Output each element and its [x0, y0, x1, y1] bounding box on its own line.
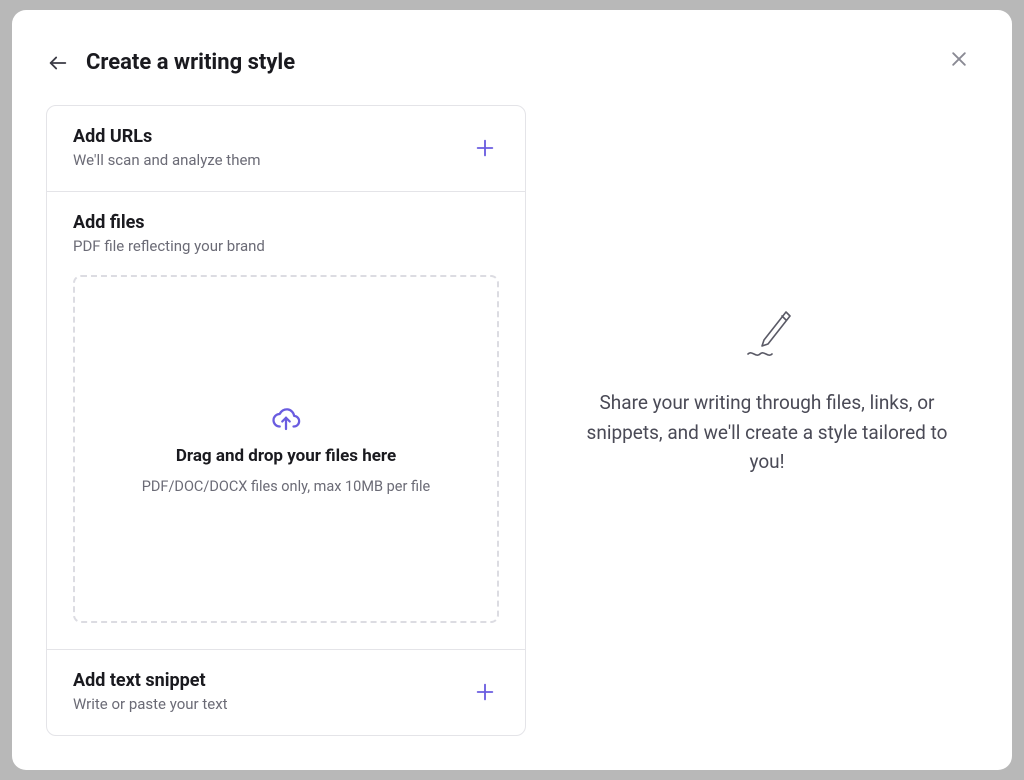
- add-snippet-button[interactable]: [471, 678, 499, 706]
- add-snippet-subtitle: Write or paste your text: [73, 695, 228, 713]
- add-snippet-section: Add text snippet Write or paste your tex…: [47, 650, 525, 735]
- dropzone-title: Drag and drop your files here: [176, 446, 396, 466]
- close-button[interactable]: [946, 46, 972, 72]
- close-icon: [949, 49, 969, 69]
- input-methods-panel: Add URLs We'll scan and analyze them Add…: [46, 105, 526, 736]
- add-files-title: Add files: [73, 212, 499, 233]
- back-button[interactable]: [46, 51, 70, 75]
- page-title: Create a writing style: [86, 50, 295, 75]
- plus-icon: [474, 137, 496, 159]
- create-writing-style-modal: Create a writing style Add URLs We'll sc…: [12, 10, 1012, 770]
- pencil-writing-icon: [732, 304, 802, 364]
- add-urls-subtitle: We'll scan and analyze them: [73, 151, 261, 169]
- add-urls-section: Add URLs We'll scan and analyze them: [47, 106, 525, 192]
- add-files-subtitle: PDF file reflecting your brand: [73, 237, 499, 255]
- modal-header: Create a writing style: [46, 50, 978, 75]
- add-url-button[interactable]: [471, 134, 499, 162]
- add-urls-title: Add URLs: [73, 126, 261, 147]
- info-panel: Share your writing through files, links,…: [556, 105, 978, 736]
- plus-icon: [474, 681, 496, 703]
- add-snippet-title: Add text snippet: [73, 670, 228, 691]
- content-area: Add URLs We'll scan and analyze them Add…: [46, 105, 978, 736]
- cloud-upload-icon: [271, 404, 301, 434]
- dropzone-subtitle: PDF/DOC/DOCX files only, max 10MB per fi…: [142, 478, 430, 495]
- file-dropzone[interactable]: Drag and drop your files here PDF/DOC/DO…: [73, 275, 499, 623]
- info-description: Share your writing through files, links,…: [586, 388, 948, 476]
- arrow-left-icon: [47, 52, 69, 74]
- add-files-section: Add files PDF file reflecting your brand…: [47, 192, 525, 650]
